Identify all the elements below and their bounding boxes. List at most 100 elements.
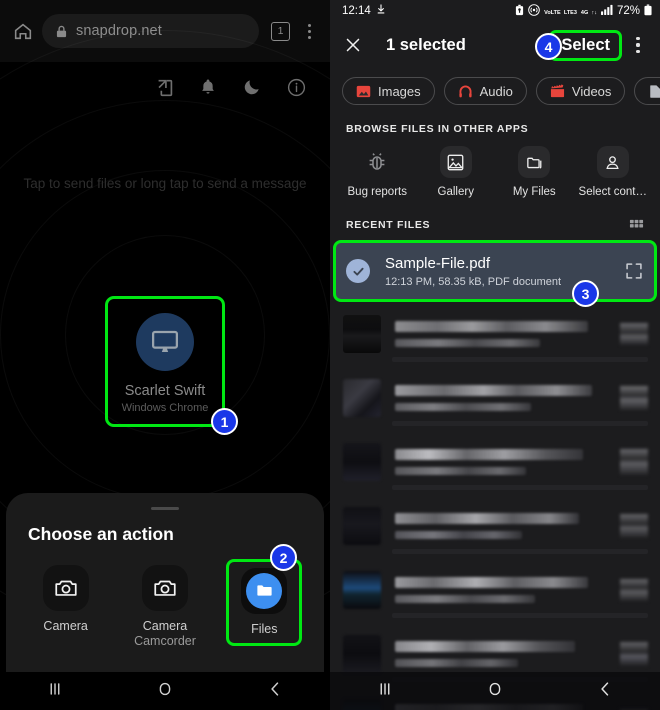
back-icon[interactable] [265, 679, 285, 704]
file-name: Sample-File.pdf [385, 254, 491, 272]
desktop-monitor-icon [136, 313, 194, 371]
row-divider [392, 357, 648, 362]
file-subtitle [395, 595, 536, 603]
recent-section-header: RECENT FILES [330, 210, 660, 240]
camera-icon [141, 564, 188, 611]
moon-icon[interactable] [242, 77, 264, 99]
browser-menu-icon[interactable] [298, 23, 320, 39]
grid-view-icon[interactable] [629, 217, 644, 232]
check-icon[interactable] [346, 259, 370, 283]
file-info [395, 513, 614, 539]
chip-videos[interactable]: Videos [535, 77, 626, 105]
file-size [620, 642, 648, 666]
expand-icon[interactable] [624, 261, 644, 281]
address-bar[interactable]: snapdrop.net [42, 14, 259, 48]
device-card-scarlet-swift[interactable]: Scarlet Swift Windows Chrome [105, 296, 225, 427]
app-my-files[interactable]: My Files [495, 146, 574, 198]
selected-file-row[interactable]: Sample-File.pdf 12:13 PM, 58.35 kB, PDF … [333, 240, 657, 302]
recents-icon[interactable] [375, 679, 395, 704]
action-label: Camera [43, 618, 88, 633]
sheet-grabber[interactable] [151, 506, 179, 510]
table-row[interactable] [330, 430, 660, 494]
file-thumbnail [343, 635, 381, 673]
close-icon[interactable] [342, 34, 364, 56]
file-name [395, 449, 584, 460]
info-icon[interactable] [286, 77, 308, 99]
action-camera[interactable]: Camera [16, 559, 115, 656]
app-gallery[interactable]: Gallery [417, 146, 496, 198]
chip-images[interactable]: Images [342, 77, 435, 105]
file-size [620, 386, 648, 410]
app-label: Gallery [437, 186, 474, 198]
camera-icon [42, 564, 89, 611]
home-nav-icon[interactable] [155, 679, 175, 704]
download-icon [376, 4, 386, 18]
chip-audio[interactable]: Audio [443, 77, 527, 105]
file-name [395, 577, 588, 588]
recent-section-title: RECENT FILES [346, 218, 431, 231]
file-size [620, 579, 648, 601]
choose-action-sheet: Choose an action Camera Camera Camcorder… [6, 492, 324, 672]
file-subtitle [395, 467, 527, 475]
snapdrop-toolbar [0, 62, 330, 114]
home-nav-icon[interactable] [485, 679, 505, 704]
row-divider [392, 549, 648, 554]
row-divider [392, 613, 648, 618]
screenshot-root: snapdrop.net 1 Tap to send files or long… [0, 0, 660, 710]
device-subtitle: Windows Chrome [121, 402, 209, 414]
app-label: Bug reports [347, 186, 407, 198]
table-row[interactable] [330, 366, 660, 430]
signal-bars-icon [601, 4, 613, 18]
device-list: Scarlet Swift Windows Chrome [0, 296, 330, 427]
recents-icon[interactable] [45, 679, 65, 704]
table-row[interactable] [330, 302, 660, 366]
browse-section-title: BROWSE FILES IN OTHER APPS [346, 123, 529, 135]
android-navbar-left [0, 672, 330, 710]
status-time: 12:14 [342, 5, 371, 17]
file-info [395, 641, 614, 667]
file-name [395, 385, 593, 396]
file-size [620, 323, 648, 345]
callout-badge-2: 2 [270, 544, 297, 571]
action-files[interactable]: Files [215, 558, 314, 656]
file-thumbnail [343, 379, 381, 417]
file-info [395, 577, 614, 603]
battery-icon [644, 3, 652, 19]
person-icon [596, 146, 629, 178]
file-name [395, 321, 588, 332]
home-icon[interactable] [10, 18, 36, 44]
back-icon[interactable] [595, 679, 615, 704]
browse-apps-row: Bug reports Gallery My Files Select cont… [330, 143, 660, 210]
row-divider [392, 421, 648, 426]
file-subtitle [395, 659, 518, 667]
chip-documents[interactable]: D [634, 77, 660, 105]
battery-percent: 72% [616, 5, 640, 17]
send-to-device-icon[interactable] [154, 77, 176, 99]
app-bug-reports[interactable]: Bug reports [338, 146, 417, 198]
picker-appbar: 1 selected Select [330, 22, 660, 68]
action-camera-camcorder[interactable]: Camera Camcorder [115, 559, 214, 656]
file-thumbnail [343, 443, 381, 481]
document-icon [648, 84, 660, 99]
bell-icon[interactable] [198, 77, 220, 99]
action-label: Files [251, 621, 278, 636]
file-thumbnail [343, 571, 381, 609]
picker-menu-icon[interactable] [628, 36, 648, 54]
app-select-contact[interactable]: Select cont… [574, 146, 653, 198]
table-row[interactable] [330, 558, 660, 622]
image-icon [356, 84, 371, 99]
folder-stack-icon [518, 146, 551, 178]
file-thumbnail [343, 315, 381, 353]
app-label: Select cont… [578, 186, 647, 198]
table-row[interactable] [330, 494, 660, 558]
clapperboard-icon [550, 83, 565, 99]
callout-badge-3: 3 [572, 280, 599, 307]
gallery-icon [439, 146, 472, 178]
browser-toolbar: snapdrop.net 1 [0, 0, 330, 62]
tab-counter-button[interactable]: 1 [271, 21, 290, 41]
file-info [395, 449, 614, 475]
callout-badge-1: 1 [211, 408, 238, 435]
file-info [395, 385, 614, 411]
sheet-title: Choose an action [28, 523, 174, 544]
file-subtitle [395, 531, 523, 539]
